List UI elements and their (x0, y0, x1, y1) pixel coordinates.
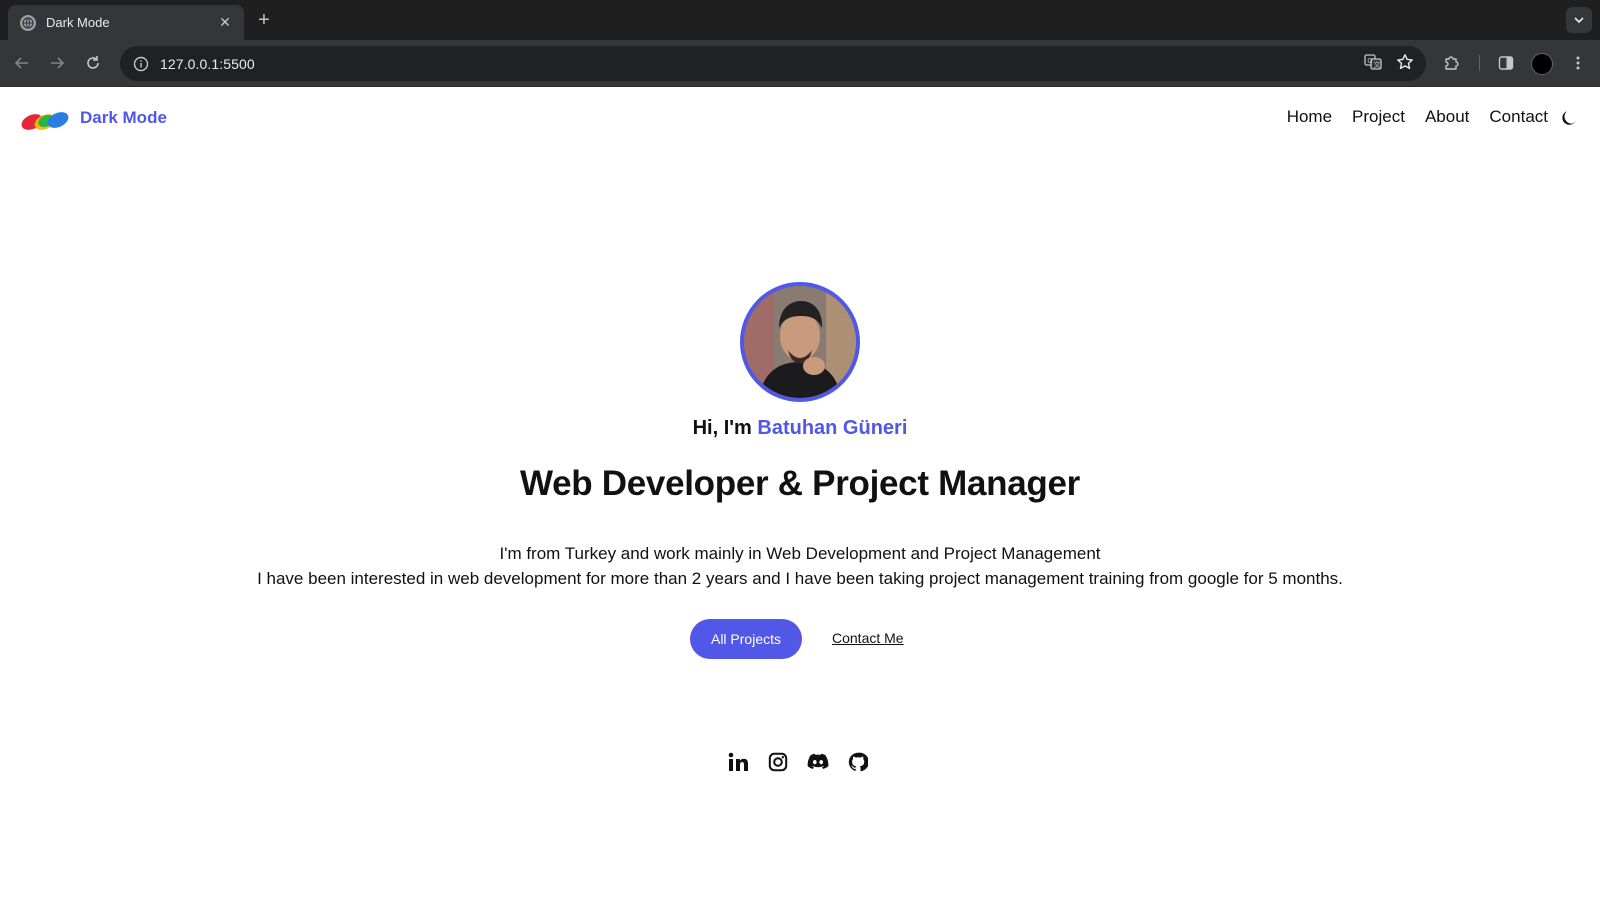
web-page: Dark Mode Home Project About Contact Hi,… (0, 87, 1600, 900)
side-panel-icon (1498, 56, 1514, 70)
greeting: Hi, I'm Batuhan Güneri (0, 417, 1600, 440)
profile-photo (740, 282, 860, 402)
chevron-down-icon (1574, 17, 1584, 24)
address-bar[interactable]: 127.0.0.1:5500 G文 (120, 46, 1426, 81)
extensions-button[interactable] (1440, 51, 1464, 75)
reload-button[interactable] (81, 51, 105, 75)
translate-icon[interactable]: G文 (1364, 53, 1382, 76)
social-links (727, 751, 869, 773)
nav-link-home[interactable]: Home (1287, 107, 1332, 127)
browser-toolbar: 127.0.0.1:5500 G文 (0, 40, 1600, 87)
tab-search-button[interactable] (1566, 7, 1592, 33)
arrow-left-icon (14, 57, 28, 69)
greeting-text: Hi, I'm (692, 417, 752, 439)
person-photo-icon (744, 286, 856, 398)
toolbar-divider (1479, 55, 1480, 71)
browser-tab[interactable]: Dark Mode ✕ (8, 5, 244, 40)
svg-text:文: 文 (1374, 60, 1381, 69)
site-info-icon[interactable] (130, 53, 152, 75)
brand-logo-icon[interactable] (20, 110, 70, 132)
intro-paragraph: I'm from Turkey and work mainly in Web D… (0, 541, 1600, 591)
back-button[interactable] (10, 51, 34, 75)
intro-line: I have been interested in web developmen… (257, 569, 1343, 588)
browser-tab-strip: Dark Mode ✕ + (0, 0, 1600, 40)
brand-name[interactable]: Dark Mode (80, 108, 167, 128)
moon-icon[interactable] (1560, 109, 1578, 127)
page-title: Web Developer & Project Manager (520, 464, 1080, 503)
site-header: Dark Mode Home Project About Contact (0, 87, 1600, 153)
reload-icon (87, 56, 99, 69)
side-panel-button[interactable] (1494, 51, 1518, 75)
main-navigation: Home Project About Contact (1287, 107, 1548, 127)
more-vertical-icon (1576, 56, 1580, 70)
new-tab-button[interactable]: + (252, 8, 276, 32)
close-icon[interactable]: ✕ (216, 14, 234, 31)
puzzle-icon (1445, 56, 1459, 70)
url-text[interactable]: 127.0.0.1:5500 (160, 56, 255, 72)
contact-me-link[interactable]: Contact Me (832, 630, 904, 646)
globe-icon (20, 14, 36, 31)
all-projects-button[interactable]: All Projects (690, 619, 802, 659)
svg-text:G: G (1367, 57, 1372, 65)
github-icon[interactable] (847, 751, 869, 773)
browser-menu-button[interactable] (1566, 51, 1590, 75)
arrow-right-icon (51, 57, 65, 69)
intro-line: I'm from Turkey and work mainly in Web D… (499, 544, 1101, 563)
discord-icon[interactable] (807, 751, 829, 773)
forward-button[interactable] (45, 51, 69, 75)
tab-title: Dark Mode (46, 15, 110, 30)
profile-avatar[interactable] (1531, 53, 1553, 75)
nav-link-project[interactable]: Project (1352, 107, 1405, 127)
bookmark-star-icon[interactable] (1396, 53, 1414, 76)
instagram-icon[interactable] (767, 751, 789, 773)
nav-link-about[interactable]: About (1425, 107, 1469, 127)
linkedin-icon[interactable] (727, 751, 749, 773)
nav-link-contact[interactable]: Contact (1489, 107, 1548, 127)
owner-name: Batuhan Güneri (757, 417, 908, 439)
